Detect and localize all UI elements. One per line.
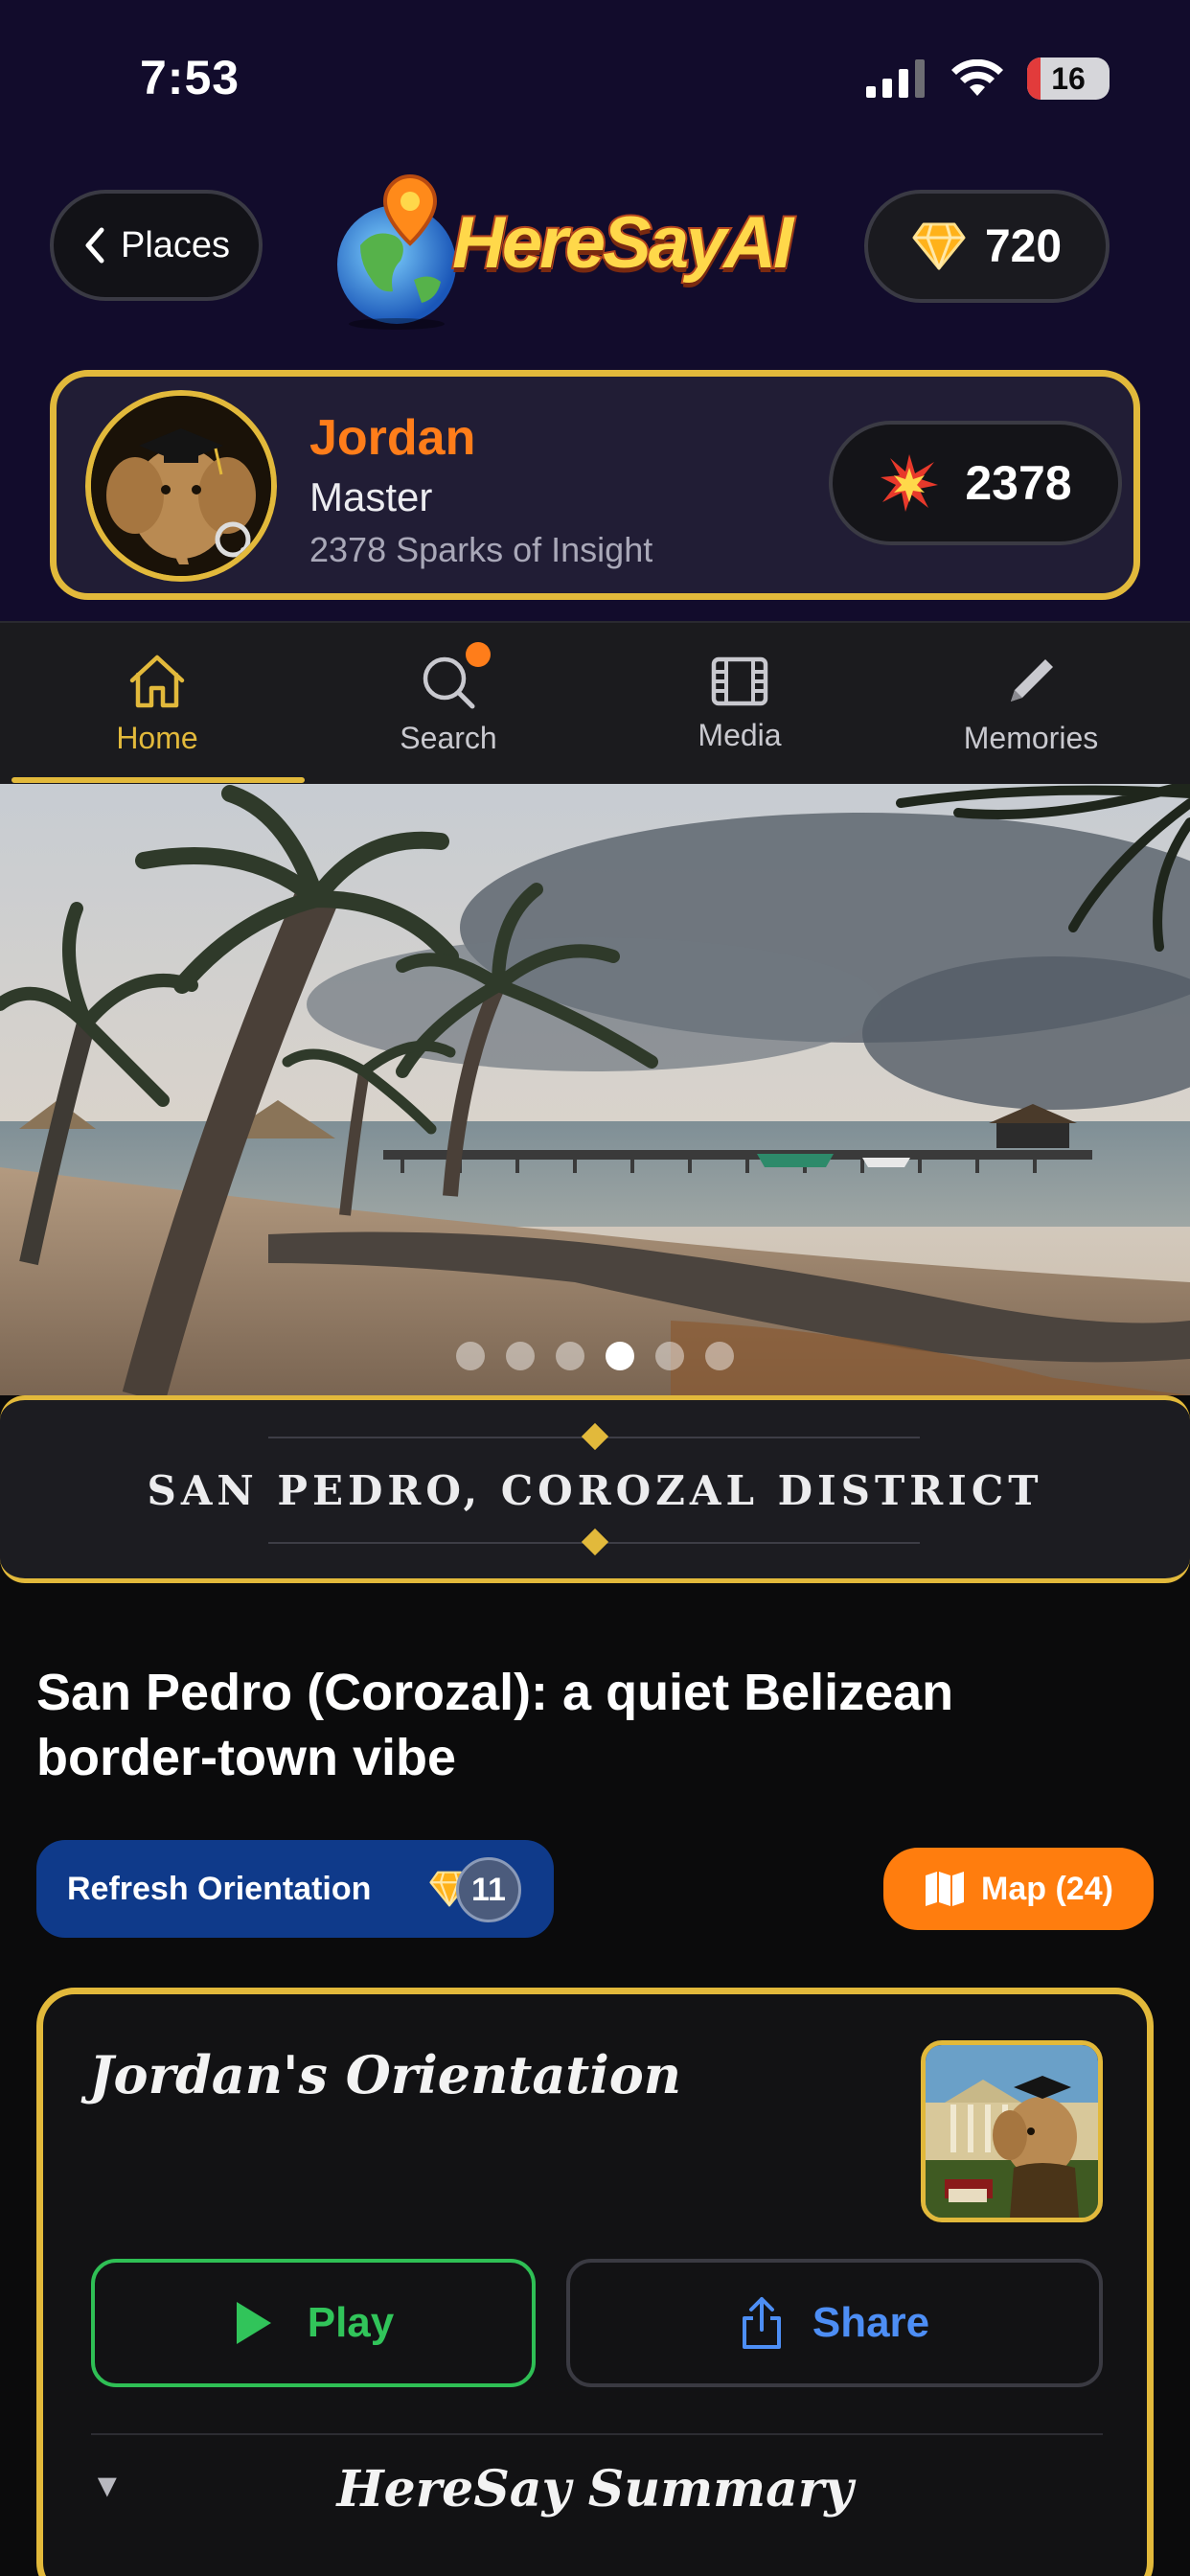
- share-button[interactable]: Share: [566, 2259, 1103, 2387]
- profile-name: Jordan: [309, 410, 476, 466]
- tab-home[interactable]: Home: [11, 623, 303, 786]
- orientation-card: Jordan's Orientation Play Share ▼ HereSa…: [36, 1988, 1154, 2576]
- film-icon: [711, 656, 768, 705]
- map-label: Map (24): [981, 1870, 1113, 1907]
- location-title: SAN PEDRO, COROZAL DISTRICT: [147, 1467, 1043, 1514]
- play-icon: [236, 2302, 271, 2344]
- beach-palm-photo: [0, 784, 1190, 1395]
- search-notification-dot: [466, 642, 491, 667]
- home-icon: [129, 655, 185, 707]
- refresh-orientation-button[interactable]: Refresh Orientation 11: [36, 1840, 554, 1938]
- map-icon: [926, 1872, 965, 1906]
- orientation-title: Jordan's Orientation: [89, 2044, 682, 2105]
- location-banner: SAN PEDRO, COROZAL DISTRICT: [0, 1395, 1190, 1583]
- profile-avatar[interactable]: [85, 390, 277, 582]
- sparks-pill[interactable]: 2378: [829, 421, 1122, 545]
- carousel-dot[interactable]: [705, 1342, 734, 1370]
- gems-balance-button[interactable]: 720: [864, 190, 1110, 303]
- card-divider: [91, 2433, 1103, 2435]
- carousel-dot[interactable]: [655, 1342, 684, 1370]
- profile-card[interactable]: Jordan Master 2378 Sparks of Insight 237…: [50, 370, 1140, 600]
- active-tab-indicator: [11, 777, 305, 783]
- heresay-logo: HereSayAI: [322, 169, 820, 332]
- profile-rank: Master: [309, 474, 433, 519]
- play-button[interactable]: Play: [91, 2259, 536, 2387]
- carousel-dot[interactable]: [556, 1342, 584, 1370]
- carousel-dot[interactable]: [456, 1342, 485, 1370]
- share-icon: [742, 2297, 781, 2349]
- tab-bar: Home Search Media Memories: [0, 621, 1190, 784]
- pencil-icon: [1011, 658, 1053, 702]
- status-icons: 16: [866, 56, 1110, 102]
- profile-sparks-text: 2378 Sparks of Insight: [309, 530, 653, 569]
- refresh-cost-badge: 11: [456, 1857, 521, 1922]
- tab-search-label: Search: [400, 720, 497, 755]
- gems-count: 720: [984, 220, 1063, 272]
- tab-media[interactable]: Media: [594, 623, 885, 786]
- carousel-dot[interactable]: [506, 1342, 535, 1370]
- logo-wordmark: HereSayAI: [450, 200, 795, 286]
- elephant-scholar-icon: [91, 396, 271, 576]
- share-label: Share: [812, 2299, 930, 2346]
- banner-diamond-bottom: [581, 1528, 609, 1556]
- tab-search[interactable]: Search: [303, 623, 594, 786]
- cellular-signal-icon: [866, 59, 925, 98]
- sparks-count: 2378: [965, 456, 1072, 510]
- orientation-thumbnail[interactable]: [921, 2040, 1103, 2222]
- gem-icon: [912, 222, 966, 270]
- back-label: Places: [120, 224, 231, 265]
- refresh-label: Refresh Orientation: [67, 1870, 372, 1907]
- tab-media-label: Media: [698, 717, 782, 752]
- tab-memories[interactable]: Memories: [885, 623, 1177, 786]
- wifi-icon: [951, 59, 1003, 96]
- elephant-scholar-illustration: [926, 2045, 1098, 2218]
- chevron-left-icon: [85, 227, 104, 264]
- hero-photo[interactable]: [0, 784, 1190, 1395]
- back-to-places-button[interactable]: Places: [50, 190, 263, 301]
- banner-diamond-top: [581, 1422, 609, 1451]
- tab-memories-label: Memories: [963, 720, 1099, 755]
- map-button[interactable]: Map (24): [883, 1848, 1154, 1930]
- carousel-indicators: [0, 1342, 1190, 1370]
- status-time: 7:53: [140, 51, 240, 104]
- carousel-dot-active[interactable]: [606, 1342, 634, 1370]
- play-label: Play: [307, 2299, 395, 2346]
- battery-indicator: 16: [1027, 58, 1110, 100]
- article-headline: San Pedro (Corozal): a quiet Belizean bo…: [36, 1664, 954, 1786]
- tab-home-label: Home: [116, 720, 198, 755]
- summary-title[interactable]: HereSay Summary: [43, 2460, 1147, 2518]
- spark-burst-icon: [881, 454, 939, 512]
